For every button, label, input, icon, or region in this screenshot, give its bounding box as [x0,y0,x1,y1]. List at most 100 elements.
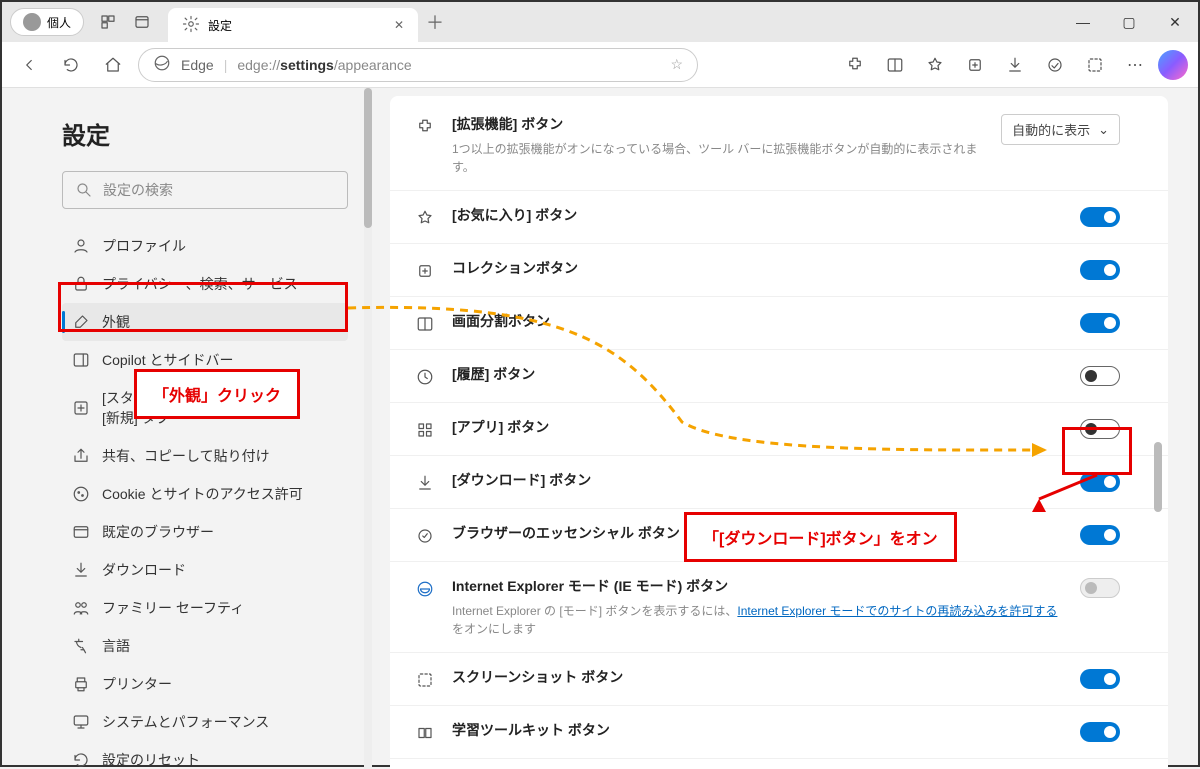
url-text: edge://settings/appearance [237,57,411,73]
favorites-toolbar-icon[interactable] [918,48,952,82]
annotation-sidebar-highlight [58,282,348,332]
reset-icon [72,751,90,769]
essentials-toggle[interactable] [1080,525,1120,545]
row-screenshot: スクリーンショット ボタン [390,653,1168,706]
profile-button[interactable]: 個人 [10,8,84,36]
row-split: 画面分割ボタン [390,297,1168,350]
new-tab-button[interactable]: ＋ [426,9,444,35]
collections-toggle[interactable] [1080,260,1120,280]
extensions-icon [414,116,436,138]
split-icon [414,313,436,335]
sidebar-item-languages[interactable]: 言語 [62,627,348,665]
sidebar-item-profile[interactable]: プロファイル [62,227,348,265]
split-toggle[interactable] [1080,313,1120,333]
search-placeholder: 設定の検索 [103,180,173,200]
sidebar-scrollbar[interactable] [364,88,372,769]
row-downloads: [ダウンロード] ボタン [390,456,1168,509]
row-title: [アプリ] ボタン [452,417,1064,437]
close-tab-icon[interactable]: ✕ [394,18,404,32]
ie-mode-link[interactable]: Internet Explorer モードでのサイトの再読み込みを許可する [737,604,1057,618]
row-title: [ダウンロード] ボタン [452,470,1064,490]
refresh-button[interactable] [54,48,88,82]
sidebar-item-family[interactable]: ファミリー セーフティ [62,589,348,627]
address-bar[interactable]: Edge | edge://settings/appearance ☆ [138,48,698,82]
essentials-toolbar-icon[interactable] [1038,48,1072,82]
row-favorites: [お気に入り] ボタン [390,191,1168,244]
apps-icon [414,419,436,441]
system-icon [72,713,90,731]
history-toggle[interactable] [1080,366,1120,386]
copilot-icon[interactable] [1158,50,1188,80]
star-icon [414,207,436,229]
addr-divider: | [224,57,228,73]
share-nav-icon [72,447,90,465]
screenshot-toolbar-icon[interactable] [1078,48,1112,82]
downloads-toolbar-icon[interactable] [998,48,1032,82]
gear-icon [182,15,200,36]
row-extensions: [拡張機能] ボタン 1つ以上の拡張機能がオンになっている場合、ツール バーに拡… [390,100,1168,191]
row-collections: コレクションボタン [390,244,1168,297]
printer-icon [72,675,90,693]
edge-icon [153,54,171,75]
avatar-icon [23,13,41,31]
collections-toolbar-icon[interactable] [958,48,992,82]
split-screen-toolbar-icon[interactable] [878,48,912,82]
row-title: [拡張機能] ボタン [452,114,985,134]
extensions-dropdown[interactable]: 自動的に表示⌄ [1001,114,1120,145]
ie-toggle [1080,578,1120,598]
tab-actions-icon[interactable] [132,12,152,32]
sidebar-item-reset[interactable]: 設定のリセット [62,741,348,769]
download-row-icon [414,472,436,494]
row-learning: 学習ツールキット ボタン [390,706,1168,759]
minimize-button[interactable]: — [1060,2,1106,42]
row-title: [お気に入り] ボタン [452,205,1064,225]
learning-toggle[interactable] [1080,722,1120,742]
family-icon [72,599,90,617]
favorite-star-icon[interactable]: ☆ [670,56,683,73]
profile-label: 個人 [47,14,71,31]
row-title: 学習ツールキット ボタン [452,720,1064,740]
ie-icon [414,578,436,600]
row-apps: [アプリ] ボタン [390,403,1168,456]
screenshot-toggle[interactable] [1080,669,1120,689]
row-title: 画面分割ボタン [452,311,1064,331]
row-ie-mode: Internet Explorer モード (IE モード) ボタン Inter… [390,562,1168,653]
essentials-icon [414,525,436,547]
sidebar-item-cookies[interactable]: Cookie とサイトのアクセス許可 [62,475,348,513]
sidebar-item-default-browser[interactable]: 既定のブラウザー [62,513,348,551]
settings-sidebar: 設定 設定の検索 プロファイル プライバシー、検索、サービス 外観 Copilo… [2,88,372,769]
sidebar-item-share[interactable]: 共有、コピーして貼り付け [62,437,348,475]
downloads-toggle[interactable] [1080,472,1120,492]
download-nav-icon [72,561,90,579]
screenshot-icon [414,669,436,691]
search-icon [75,181,93,199]
row-history: [履歴] ボタン [390,350,1168,403]
close-window-button[interactable]: ✕ [1152,2,1198,42]
favorites-toggle[interactable] [1080,207,1120,227]
settings-search[interactable]: 設定の検索 [62,171,348,209]
home-button[interactable] [96,48,130,82]
row-title: スクリーンショット ボタン [452,667,1064,687]
edge-label: Edge [181,57,214,73]
content-scrollbar[interactable] [1154,102,1162,763]
workspaces-icon[interactable] [98,12,118,32]
browser-tab[interactable]: 設定 ✕ [168,8,418,42]
sidebar-item-printers[interactable]: プリンター [62,665,348,703]
row-title: コレクションボタン [452,258,1064,278]
sidebar-item-system[interactable]: システムとパフォーマンス [62,703,348,741]
language-icon [72,637,90,655]
sidebar-item-downloads[interactable]: ダウンロード [62,551,348,589]
chevron-down-icon: ⌄ [1098,122,1109,138]
maximize-button[interactable]: ▢ [1106,2,1152,42]
extensions-toolbar-icon[interactable] [838,48,872,82]
annotation-download-label: 「[ダウンロード]ボタン」をオン [684,512,957,562]
more-menu-icon[interactable]: ⋯ [1118,48,1152,82]
titlebar: 個人 設定 ✕ ＋ — ▢ ✕ [2,2,1198,42]
back-button[interactable] [12,48,46,82]
tab-title: 設定 [208,17,232,34]
settings-content: [拡張機能] ボタン 1つ以上の拡張機能がオンになっている場合、ツール バーに拡… [390,96,1168,769]
sidebar-icon [72,351,90,369]
history-icon [414,366,436,388]
profile-icon [72,237,90,255]
toolbar: Edge | edge://settings/appearance ☆ ⋯ [2,42,1198,88]
